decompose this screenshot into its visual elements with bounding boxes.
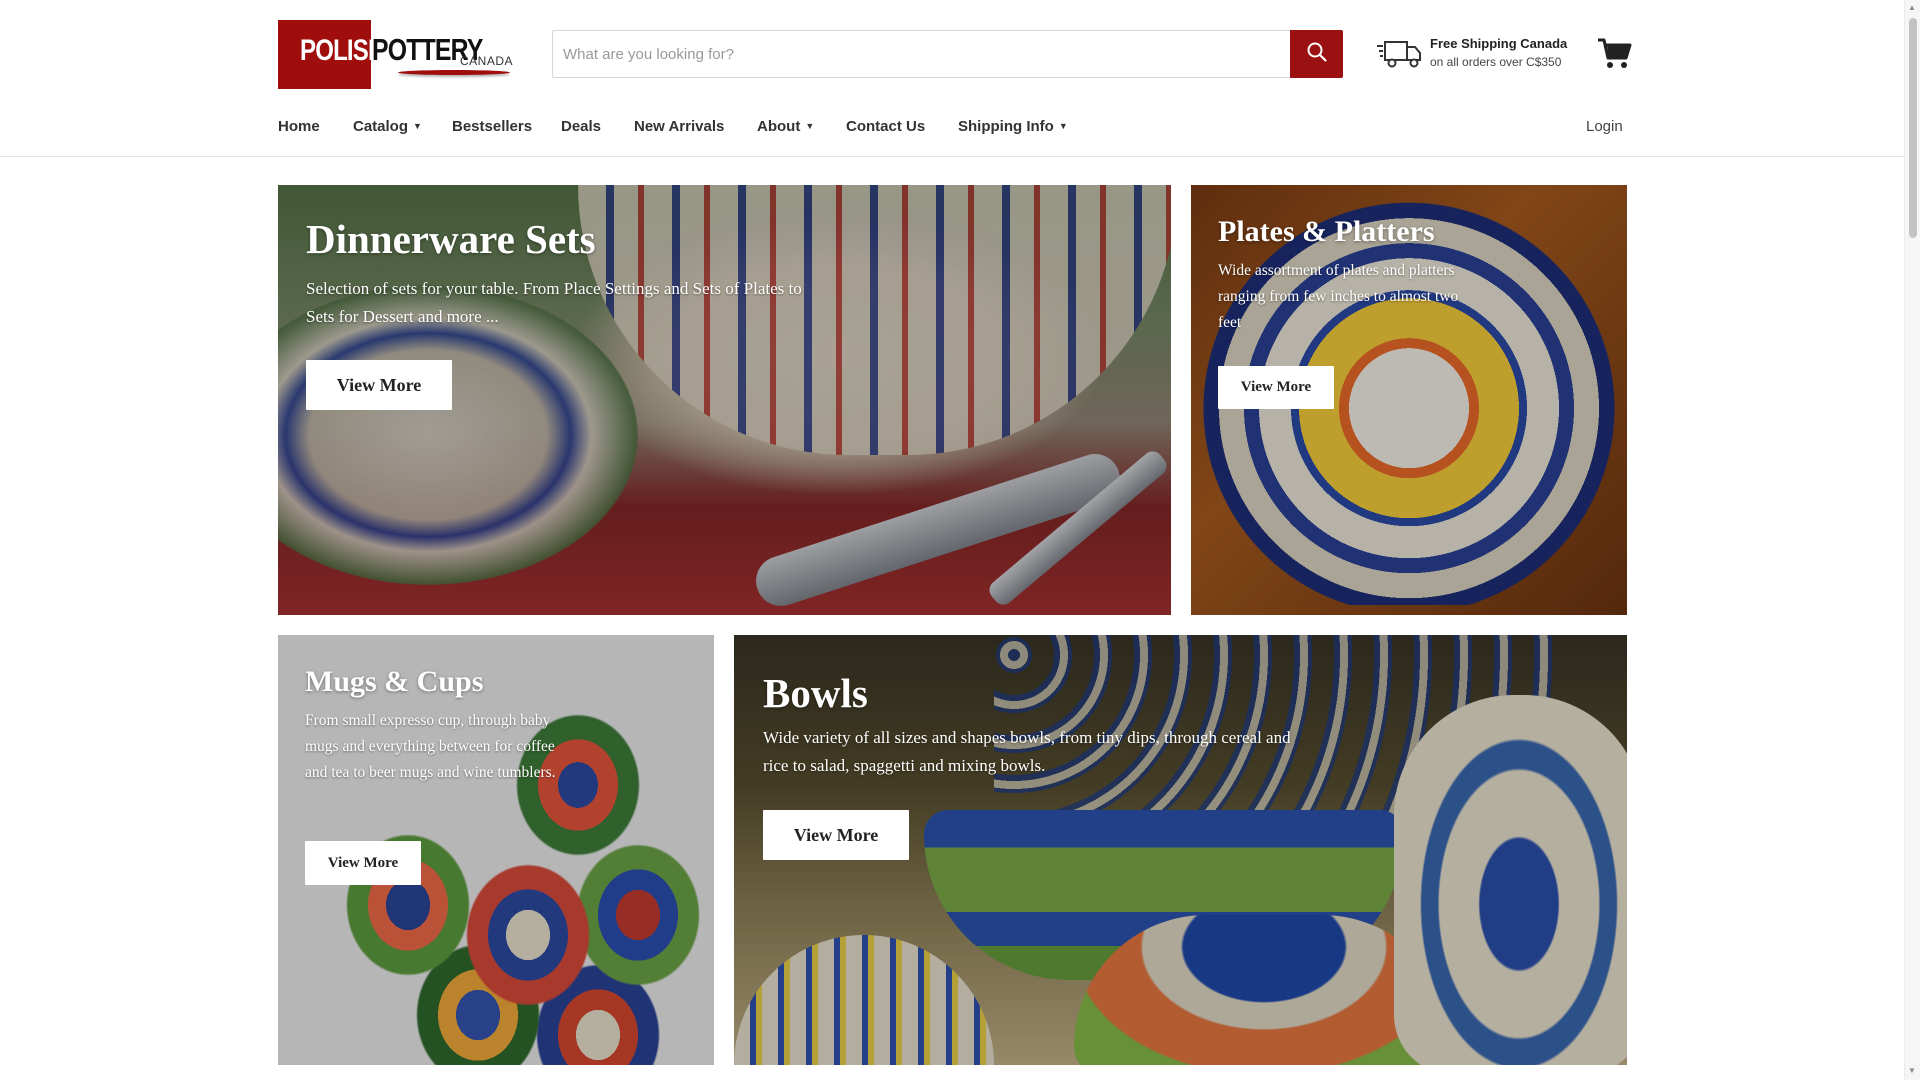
nav-label: New Arrivals: [634, 118, 725, 135]
search-icon: [1306, 41, 1328, 68]
view-more-button[interactable]: View More: [763, 810, 909, 860]
chevron-down-icon: ▼: [413, 121, 422, 131]
scrollbar-thumb[interactable]: [1909, 18, 1917, 238]
view-more-button[interactable]: View More: [306, 360, 452, 410]
tile-title: Dinnerware Sets: [306, 216, 596, 262]
site-header: POLISH POTTERY CANADA Free Shipping Cana…: [0, 0, 1904, 157]
tile-description: Selection of sets for your table. From P…: [306, 279, 802, 326]
tile-bowls[interactable]: Bowls Wide variety of all sizes and shap…: [734, 635, 1627, 1065]
tile-mugs-cups[interactable]: Mugs & Cups From small expresso cup, thr…: [278, 635, 714, 1065]
nav-item-contact-us[interactable]: Contact Us: [846, 118, 925, 135]
logo-text-canada: CANADA: [460, 54, 514, 68]
cart-icon: [1596, 38, 1632, 74]
search-bar: [552, 30, 1343, 78]
site-logo[interactable]: POLISH POTTERY CANADA: [278, 20, 518, 90]
login-link[interactable]: Login: [1586, 118, 1623, 135]
tile-title: Mugs & Cups: [305, 665, 484, 698]
shipping-promo[interactable]: Free Shipping Canada on all orders over …: [1377, 34, 1577, 76]
view-more-button[interactable]: View More: [1218, 366, 1334, 409]
scroll-up-icon[interactable]: ▲: [1908, 3, 1916, 12]
nav-label: Contact Us: [846, 118, 926, 135]
chevron-down-icon: ▼: [1058, 121, 1068, 131]
search-button[interactable]: [1290, 30, 1343, 78]
tile-description: Wide assortment of plates and platters r…: [1218, 262, 1459, 331]
tile-description: From small expresso cup, through baby mu…: [305, 712, 556, 781]
view-more-button[interactable]: View More: [305, 841, 421, 885]
tile-title: Plates & Platters: [1218, 215, 1435, 248]
vertical-scrollbar[interactable]: ▲ ▼: [1904, 0, 1920, 1080]
search-input[interactable]: [553, 31, 1291, 77]
nav-item-shipping-info[interactable]: Shipping Info ▼: [958, 118, 1068, 135]
shipping-title: Free Shipping Canada: [1430, 36, 1568, 51]
scroll-down-icon[interactable]: ▼: [1908, 1066, 1916, 1075]
nav-item-home[interactable]: Home: [278, 118, 320, 135]
chevron-down-icon: ▼: [805, 121, 815, 131]
tile-description: Wide variety of all sizes and shapes bow…: [763, 728, 1291, 775]
nav-item-about[interactable]: About ▼: [757, 118, 814, 135]
nav-label: Catalog: [353, 118, 409, 135]
tile-title: Bowls: [763, 670, 868, 716]
nav-label: Home: [278, 118, 320, 135]
nav-item-deals[interactable]: Deals: [561, 118, 601, 135]
nav-item-new-arrivals[interactable]: New Arrivals: [634, 118, 724, 135]
logo-swoosh: [398, 70, 510, 75]
nav-label: Shipping Info: [958, 118, 1054, 135]
nav-label: About: [757, 118, 801, 135]
cart-button[interactable]: [1596, 36, 1632, 75]
truck-icon: [1377, 36, 1423, 75]
nav-item-catalog[interactable]: Catalog ▼: [353, 118, 422, 135]
page: POLISH POTTERY CANADA Free Shipping Cana…: [0, 0, 1920, 1080]
nav-label: Deals: [561, 118, 602, 135]
nav-label: Bestsellers: [452, 118, 533, 135]
shipping-subtitle: on all orders over C$350: [1430, 55, 1562, 69]
nav-item-bestsellers[interactable]: Bestsellers: [452, 118, 532, 135]
tile-plates-platters[interactable]: Plates & Platters Wide assortment of pla…: [1191, 185, 1627, 615]
tile-dinnerware-sets[interactable]: Dinnerware Sets Selection of sets for yo…: [278, 185, 1171, 615]
